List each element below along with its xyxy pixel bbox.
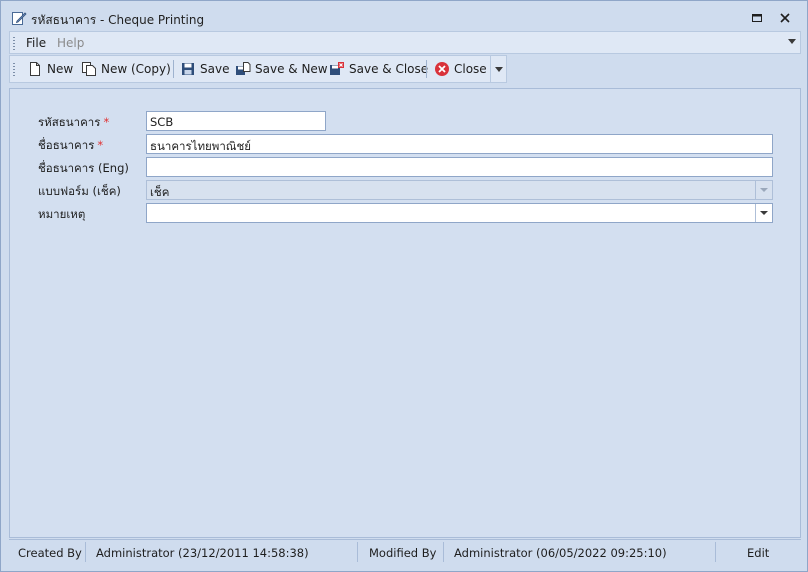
form-panel: รหัสธนาคาร * SCB ชื่อธนาคาร * ธนาคารไทยพาณ…: [9, 88, 801, 538]
new-document-icon: [30, 62, 40, 76]
bank-code-label: รหัสธนาคาร *: [38, 115, 110, 129]
menu-file[interactable]: File: [26, 36, 46, 50]
status-separator: [85, 542, 86, 562]
save-close-button-label: Save & Close: [349, 62, 429, 76]
save-new-button-label: Save & New: [255, 62, 328, 76]
bank-name-label: ชื่อธนาคาร *: [38, 138, 104, 152]
edit-document-icon: [12, 12, 27, 25]
close-button[interactable]: Close: [434, 56, 487, 82]
status-separator: [715, 542, 716, 562]
remark-select[interactable]: [146, 203, 773, 223]
new-copy-button-label: New (Copy): [101, 62, 171, 76]
status-separator: [443, 542, 444, 562]
save-close-icon: [330, 62, 344, 75]
status-bar: Created By Administrator (23/12/2011 14:…: [9, 539, 801, 564]
save-new-button[interactable]: Save & New: [235, 56, 328, 82]
new-button[interactable]: New: [27, 56, 73, 82]
required-marker: *: [103, 115, 110, 129]
save-button-label: Save: [200, 62, 230, 76]
created-by-value: Administrator (23/12/2011 14:58:38): [96, 546, 309, 560]
edit-mode-status: Edit: [747, 546, 770, 560]
title-bar: รหัสธนาคาร - Cheque Printing: [1, 1, 807, 34]
save-new-icon: [236, 62, 251, 75]
created-by-label: Created By: [18, 546, 82, 560]
modified-by-value: Administrator (06/05/2022 09:25:10): [454, 546, 667, 560]
new-button-label: New: [47, 62, 74, 76]
toolbar-separator: [173, 60, 174, 78]
chevron-down-icon[interactable]: [755, 204, 772, 222]
bank-code-field[interactable]: SCB: [146, 111, 326, 131]
cheque-form-select[interactable]: เช็ค: [146, 180, 773, 200]
cheque-form-value: เช็ค: [150, 185, 170, 199]
required-marker: *: [97, 138, 104, 152]
bank-name-eng-field[interactable]: [146, 157, 773, 177]
status-separator: [357, 542, 358, 562]
bank-name-field[interactable]: ธนาคารไทยพาณิชย์: [146, 134, 773, 154]
copy-document-icon: [82, 62, 96, 76]
save-button[interactable]: Save: [180, 56, 229, 82]
menu-grip-handle[interactable]: [13, 37, 15, 50]
cheque-window: รหัสธนาคาร - Cheque Printing File Help N…: [0, 0, 808, 572]
save-disk-icon: [182, 63, 194, 75]
chevron-down-icon[interactable]: [788, 39, 796, 44]
restore-icon[interactable]: [749, 10, 765, 26]
save-close-button[interactable]: Save & Close: [329, 56, 428, 82]
toolbar-overflow-button[interactable]: [490, 56, 507, 82]
bank-name-eng-label: ชื่อธนาคาร (Eng): [38, 161, 129, 175]
new-copy-button[interactable]: New (Copy): [81, 56, 171, 82]
close-window-icon[interactable]: [777, 10, 793, 26]
remark-label: หมายเหตุ: [38, 207, 86, 221]
toolbar-separator: [426, 60, 427, 78]
close-circle-icon: [435, 62, 449, 76]
chevron-down-icon[interactable]: [755, 181, 772, 199]
close-button-label: Close: [454, 62, 487, 76]
cheque-form-label: แบบฟอร์ม (เช็ค): [38, 184, 121, 198]
toolbar: New New (Copy) Save Save & New Save & Cl…: [9, 55, 507, 83]
modified-by-label: Modified By: [369, 546, 437, 560]
window-title: รหัสธนาคาร - Cheque Printing: [31, 13, 205, 27]
menu-help[interactable]: Help: [57, 36, 84, 50]
toolbar-grip-handle[interactable]: [13, 63, 15, 76]
menu-bar: File Help: [9, 31, 801, 54]
